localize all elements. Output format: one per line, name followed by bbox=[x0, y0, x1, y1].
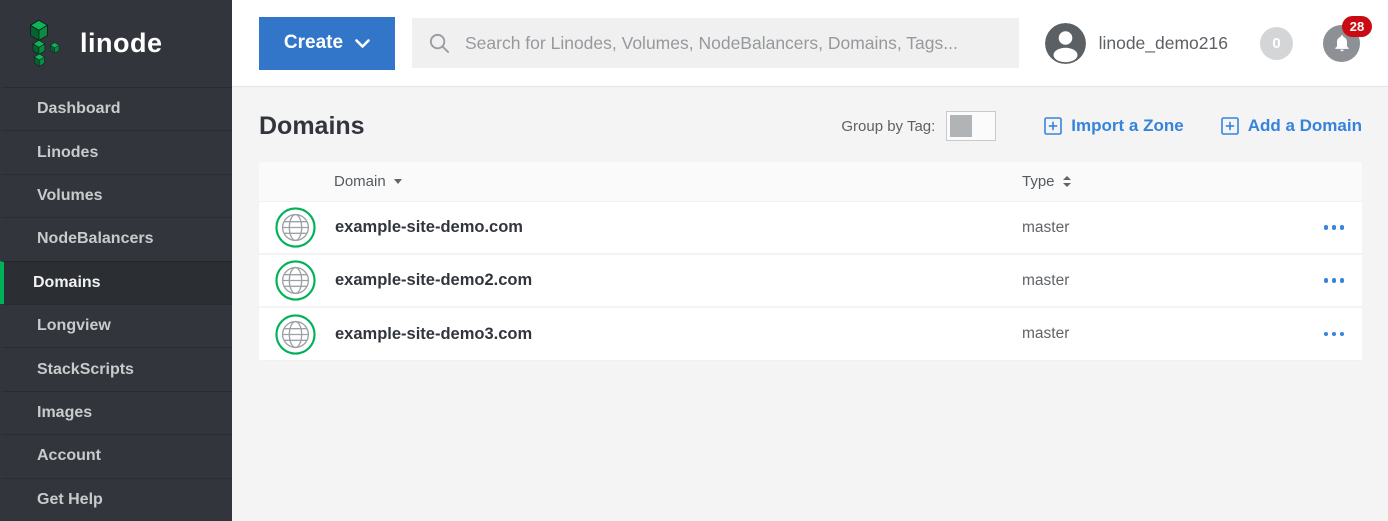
import-zone-label: Import a Zone bbox=[1071, 116, 1183, 136]
domain-column-label: Domain bbox=[334, 173, 386, 190]
domains-page: Domains Group by Tag: Import a Zone bbox=[232, 87, 1388, 521]
table-row: example-site-demo2.com master bbox=[259, 255, 1362, 308]
domain-type: master bbox=[1022, 272, 1069, 290]
plus-square-icon bbox=[1221, 117, 1239, 135]
linode-logo[interactable]: linode bbox=[0, 0, 232, 87]
row-actions-menu-icon[interactable] bbox=[1322, 219, 1347, 236]
group-by-tag-toggle[interactable] bbox=[946, 111, 996, 141]
sidebar-item-linodes[interactable]: Linodes bbox=[0, 130, 232, 173]
notifications-button[interactable]: 28 bbox=[1323, 25, 1360, 62]
notifications-count-badge: 28 bbox=[1342, 16, 1372, 37]
sidebar-item-nodebalancers[interactable]: NodeBalancers bbox=[0, 217, 232, 260]
sidebar-item-longview[interactable]: Longview bbox=[0, 304, 232, 347]
table-header-row: Domain Type bbox=[259, 162, 1362, 202]
sidebar-item-dashboard[interactable]: Dashboard bbox=[0, 87, 232, 130]
sidebar: linode Dashboard Linodes Volumes NodeBal… bbox=[0, 0, 232, 521]
page-title: Domains bbox=[259, 112, 841, 141]
main-column: Create bbox=[232, 0, 1388, 521]
domain-link[interactable]: example-site-demo2.com bbox=[335, 271, 532, 290]
globe-icon bbox=[275, 260, 316, 301]
table-row: example-site-demo3.com master bbox=[259, 308, 1362, 361]
type-column-label: Type bbox=[1022, 173, 1055, 190]
domain-link[interactable]: example-site-demo.com bbox=[335, 218, 523, 237]
user-menu[interactable]: linode_demo216 bbox=[1045, 23, 1228, 64]
sidebar-item-account[interactable]: Account bbox=[0, 434, 232, 477]
row-actions-menu-icon[interactable] bbox=[1322, 272, 1347, 289]
create-button[interactable]: Create bbox=[259, 17, 395, 70]
events-counter-badge[interactable]: 0 bbox=[1260, 27, 1293, 60]
search-input[interactable] bbox=[465, 33, 1003, 54]
sidebar-item-get-help[interactable]: Get Help bbox=[0, 478, 232, 521]
topbar: Create bbox=[232, 0, 1388, 87]
search-icon bbox=[428, 32, 451, 55]
add-domain-label: Add a Domain bbox=[1248, 116, 1362, 136]
avatar bbox=[1045, 23, 1086, 64]
row-actions-menu-icon[interactable] bbox=[1322, 326, 1347, 343]
add-domain-link[interactable]: Add a Domain bbox=[1221, 116, 1362, 136]
linode-logo-icon bbox=[28, 20, 68, 68]
domain-link[interactable]: example-site-demo3.com bbox=[335, 325, 532, 344]
chevron-down-icon bbox=[355, 39, 370, 48]
global-search bbox=[412, 18, 1019, 68]
sidebar-item-domains[interactable]: Domains bbox=[0, 261, 232, 304]
import-zone-link[interactable]: Import a Zone bbox=[1044, 116, 1183, 136]
sidebar-item-volumes[interactable]: Volumes bbox=[0, 174, 232, 217]
username: linode_demo216 bbox=[1099, 33, 1228, 54]
sidebar-item-images[interactable]: Images bbox=[0, 391, 232, 434]
sidebar-nav: Dashboard Linodes Volumes NodeBalancers … bbox=[0, 87, 232, 521]
sort-desc-icon bbox=[394, 179, 402, 184]
group-by-tag-label: Group by Tag: bbox=[841, 118, 935, 135]
domain-type: master bbox=[1022, 219, 1069, 237]
table-row: example-site-demo.com master bbox=[259, 202, 1362, 255]
sidebar-item-stackscripts[interactable]: StackScripts bbox=[0, 347, 232, 390]
sort-by-type-header[interactable]: Type bbox=[1022, 173, 1071, 190]
globe-icon bbox=[275, 207, 316, 248]
sort-both-icon bbox=[1063, 176, 1071, 187]
brand-name: linode bbox=[80, 28, 163, 59]
toggle-knob bbox=[950, 115, 972, 137]
globe-icon bbox=[275, 314, 316, 355]
domain-type: master bbox=[1022, 325, 1069, 343]
app-window: linode Dashboard Linodes Volumes NodeBal… bbox=[0, 0, 1388, 521]
sort-by-domain-header[interactable]: Domain bbox=[334, 173, 402, 190]
create-button-label: Create bbox=[284, 32, 343, 54]
plus-square-icon bbox=[1044, 117, 1062, 135]
domains-table: Domain Type bbox=[259, 162, 1362, 361]
page-header: Domains Group by Tag: Import a Zone bbox=[259, 111, 1362, 141]
